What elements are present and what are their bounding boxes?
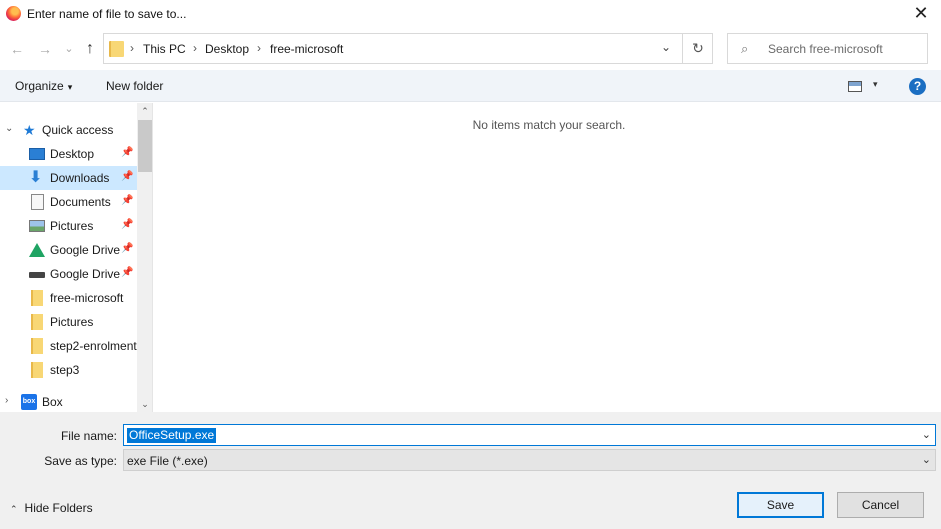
chevron-down-icon[interactable]: ⌄ <box>922 453 931 466</box>
forward-button[interactable]: → <box>36 40 54 58</box>
sidebar-item-documents[interactable]: Documents 📌 <box>0 190 137 214</box>
pin-icon: 📌 <box>121 243 134 254</box>
caret-down-icon: ▾ <box>873 79 878 89</box>
sidebar-item-desktop[interactable]: Desktop 📌 <box>0 142 137 166</box>
sidebar-item-label: Desktop <box>50 147 95 161</box>
sidebar-item-label: step2-enrolment <box>50 339 137 353</box>
sidebar-item-label: Box <box>42 395 63 409</box>
sidebar-item-downloads[interactable]: ⬇ Downloads 📌 <box>0 166 137 190</box>
save-as-type-label: Save as type: <box>44 454 117 468</box>
organize-label: Organize <box>15 79 64 93</box>
hide-folders-label: Hide Folders <box>24 501 93 515</box>
pin-icon: 📌 <box>121 195 134 206</box>
folder-icon <box>31 314 43 330</box>
sidebar-item-step2-enrolment[interactable]: step2-enrolment <box>0 334 137 358</box>
drive-icon <box>29 272 45 278</box>
sidebar-item-label: free-microsoft <box>50 291 124 305</box>
navigation-pane: ⌄ ★ Quick access Desktop 📌 ⬇ Downloads 📌… <box>0 103 153 412</box>
sidebar-item-label: Google Drive <box>50 243 121 257</box>
command-toolbar: Organize ▾ New folder ▾ ? <box>0 70 941 102</box>
search-input[interactable] <box>768 41 918 57</box>
recent-locations-button[interactable]: ⌄ <box>60 40 78 58</box>
hide-folders-button[interactable]: ⌃ Hide Folders <box>10 501 93 515</box>
file-name-label: File name: <box>60 429 117 443</box>
file-name-field[interactable]: OfficeSetup.exe ⌄ <box>123 424 936 446</box>
firefox-icon <box>6 6 21 21</box>
window-title: Enter name of file to save to... <box>27 7 187 21</box>
sidebar-item-label: Downloads <box>50 171 110 185</box>
pin-icon: 📌 <box>121 171 134 182</box>
help-button[interactable]: ? <box>909 78 926 95</box>
breadcrumb-free-microsoft[interactable]: free-microsoft <box>270 42 343 56</box>
folder-icon <box>31 338 43 354</box>
sidebar-item-label: Google Drive <box>50 267 121 281</box>
breadcrumb-separator[interactable]: › <box>257 41 261 55</box>
sidebar-item-pictures[interactable]: Pictures 📌 <box>0 214 137 238</box>
breadcrumb-desktop[interactable]: Desktop <box>205 42 249 56</box>
scroll-down-arrow-icon[interactable]: ⌄ <box>137 396 152 412</box>
chevron-right-icon[interactable]: › <box>5 395 8 406</box>
folder-icon <box>109 41 124 57</box>
sidebar-item-label: step3 <box>50 363 80 377</box>
sidebar-item-label: Pictures <box>50 219 94 233</box>
empty-message: No items match your search. <box>472 118 626 132</box>
save-as-type-select[interactable]: exe File (*.exe) ⌄ <box>123 449 936 471</box>
navigation-scrollbar[interactable]: ⌃ ⌄ <box>137 103 152 412</box>
save-form: File name: OfficeSetup.exe ⌄ Save as typ… <box>0 412 941 529</box>
pin-icon: 📌 <box>121 267 134 278</box>
sidebar-item-quick-access[interactable]: ⌄ ★ Quick access <box>0 118 137 142</box>
pictures-icon <box>29 220 45 232</box>
new-folder-button[interactable]: New folder <box>106 79 163 93</box>
sidebar-item-step3[interactable]: step3 <box>0 358 137 382</box>
sidebar-item-label: Quick access <box>42 123 114 137</box>
file-list-area[interactable]: No items match your search. <box>154 103 941 412</box>
cancel-button[interactable]: Cancel <box>837 492 924 518</box>
scrollbar-thumb[interactable] <box>138 120 152 172</box>
folder-icon <box>31 290 43 306</box>
refresh-button[interactable]: ↻ <box>682 34 713 63</box>
sidebar-item-free-microsoft[interactable]: free-microsoft <box>0 286 137 310</box>
sidebar-item-label: Pictures <box>50 315 94 329</box>
chevron-up-icon: ⌃ <box>10 504 18 514</box>
file-name-value[interactable]: OfficeSetup.exe <box>127 428 217 443</box>
sidebar-item-label: Documents <box>50 195 111 209</box>
back-button[interactable]: ← <box>8 40 26 58</box>
desktop-icon <box>29 148 45 160</box>
save-as-type-value: exe File (*.exe) <box>127 454 208 468</box>
box-icon: box <box>21 394 37 410</box>
chevron-down-icon[interactable]: ⌄ <box>5 123 13 134</box>
breadcrumb-separator: › <box>130 41 134 55</box>
search-box[interactable]: ⌕ <box>727 33 928 64</box>
caret-down-icon: ▾ <box>67 82 73 92</box>
breadcrumb-separator[interactable]: › <box>193 41 197 55</box>
search-icon: ⌕ <box>741 41 749 56</box>
change-view-button[interactable]: ▾ <box>845 79 885 95</box>
google-drive-icon <box>29 243 45 257</box>
star-icon: ★ <box>23 122 36 138</box>
address-bar[interactable]: › This PC › Desktop › free-microsoft ⌄ ↻ <box>103 33 713 64</box>
save-button[interactable]: Save <box>737 492 824 518</box>
close-button[interactable]: ✕ <box>909 2 933 26</box>
pin-icon: 📌 <box>121 147 134 158</box>
view-icon <box>848 81 862 92</box>
title-bar: Enter name of file to save to... ✕ <box>0 0 941 28</box>
download-icon: ⬇ <box>29 169 43 186</box>
navigation-bar: ← → ⌄ ↑ › This PC › Desktop › free-micro… <box>0 33 941 65</box>
document-icon <box>31 194 44 210</box>
pin-icon: 📌 <box>121 219 134 230</box>
up-button[interactable]: ↑ <box>81 40 99 58</box>
sidebar-item-google-drive-disk[interactable]: Google Drive 📌 <box>0 262 137 286</box>
breadcrumb-this-pc[interactable]: This PC <box>143 42 186 56</box>
sidebar-item-box[interactable]: › box Box <box>0 390 137 412</box>
scroll-up-arrow-icon[interactable]: ⌃ <box>137 103 152 119</box>
sidebar-item-pictures-folder[interactable]: Pictures <box>0 310 137 334</box>
sidebar-item-google-drive[interactable]: Google Drive 📌 <box>0 238 137 262</box>
organize-button[interactable]: Organize ▾ <box>15 79 72 93</box>
chevron-down-icon[interactable]: ⌄ <box>922 428 931 441</box>
folder-icon <box>31 362 43 378</box>
address-dropdown-button[interactable]: ⌄ <box>654 40 678 58</box>
